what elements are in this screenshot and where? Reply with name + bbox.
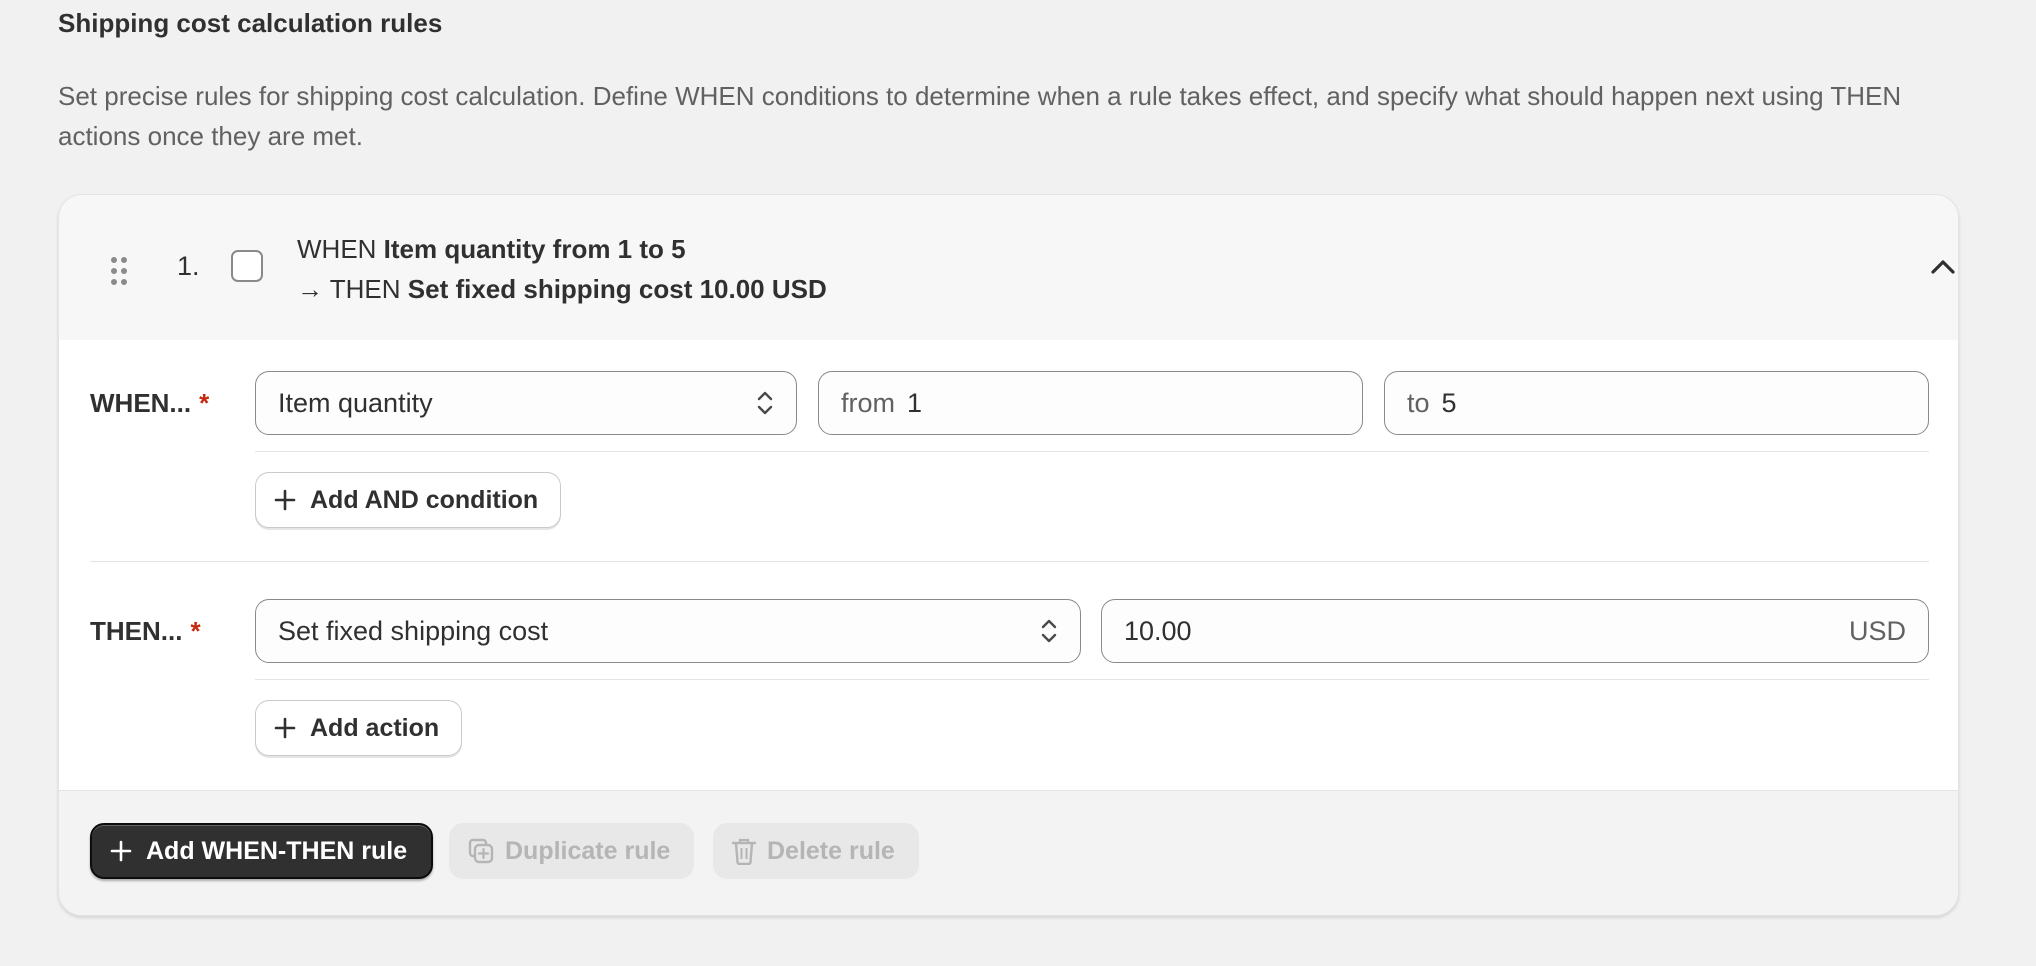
duplicate-label: Duplicate rule	[505, 836, 671, 865]
then-label-text: THEN...	[90, 616, 183, 646]
amount-value: 10.00	[1124, 615, 1192, 646]
then-required-mark: *	[190, 616, 201, 646]
action-select-value: Set fixed shipping cost	[278, 615, 549, 646]
rule-header[interactable]: 1. WHEN Item quantity from 1 to 5 → THEN…	[59, 195, 1958, 340]
to-prefix: to	[1407, 387, 1430, 418]
add-when-then-rule-button[interactable]: Add WHEN-THEN rule	[90, 823, 434, 879]
rule-summary-then: → THEN Set fixed shipping cost 10.00 USD	[297, 269, 827, 309]
from-input[interactable]: from 1	[818, 371, 1363, 435]
add-rule-label: Add WHEN-THEN rule	[146, 836, 408, 865]
chevron-up-icon	[1931, 260, 1955, 274]
page: Shipping cost calculation rules Set prec…	[0, 0, 2036, 966]
then-label: THEN... *	[90, 616, 201, 647]
add-action-label: Add action	[310, 713, 440, 742]
rule-summary-when: WHEN Item quantity from 1 to 5	[297, 229, 827, 269]
to-input[interactable]: to 5	[1384, 371, 1929, 435]
card-footer: Add WHEN-THEN rule Duplicate rule Delete…	[59, 790, 1958, 915]
rule-number: 1.	[177, 251, 200, 281]
plus-icon	[274, 489, 296, 511]
add-and-condition-label: Add AND condition	[310, 485, 539, 514]
duplicate-icon	[468, 838, 494, 864]
collapse-rule-button[interactable]	[1927, 251, 1958, 283]
duplicate-rule-button[interactable]: Duplicate rule	[449, 823, 695, 879]
summary-when-prefix: WHEN	[297, 234, 377, 264]
condition-select[interactable]: Item quantity	[255, 371, 797, 435]
when-required-mark: *	[199, 388, 210, 418]
rule-card: 1. WHEN Item quantity from 1 to 5 → THEN…	[58, 194, 1959, 916]
section-description: Set precise rules for shipping cost calc…	[58, 81, 1902, 151]
from-value: 1	[907, 387, 923, 418]
section-title: Shipping cost calculation rules	[58, 8, 443, 38]
summary-then-prefix: → THEN	[297, 274, 401, 304]
to-value: 5	[1441, 387, 1457, 418]
when-label: WHEN... *	[90, 388, 209, 419]
from-prefix: from	[841, 387, 895, 418]
drag-handle-icon[interactable]	[109, 255, 129, 287]
rule-body: WHEN... * Item quantity from 1 to 5 Add …	[59, 340, 1958, 790]
select-arrows-icon	[756, 389, 774, 417]
currency-suffix: USD	[1848, 615, 1906, 646]
trash-icon	[731, 838, 757, 865]
add-action-button[interactable]: Add action	[255, 700, 463, 756]
summary-when-text: Item quantity from 1 to 5	[383, 234, 686, 264]
then-divider	[255, 679, 1929, 680]
action-select[interactable]: Set fixed shipping cost	[255, 599, 1081, 663]
when-divider	[255, 451, 1929, 452]
plus-icon	[274, 717, 296, 739]
rule-summary: WHEN Item quantity from 1 to 5 → THEN Se…	[297, 229, 827, 309]
section-divider	[90, 561, 1929, 562]
delete-rule-button[interactable]: Delete rule	[713, 823, 919, 879]
add-and-condition-button[interactable]: Add AND condition	[255, 472, 562, 528]
summary-then-text: Set fixed shipping cost 10.00 USD	[407, 274, 827, 304]
plus-icon	[110, 840, 132, 862]
rule-select-checkbox[interactable]	[231, 250, 263, 282]
delete-label: Delete rule	[767, 836, 895, 865]
when-label-text: WHEN...	[90, 388, 192, 418]
amount-input[interactable]: 10.00 USD	[1101, 599, 1929, 663]
condition-select-value: Item quantity	[278, 387, 433, 418]
select-arrows-icon	[1040, 617, 1058, 645]
